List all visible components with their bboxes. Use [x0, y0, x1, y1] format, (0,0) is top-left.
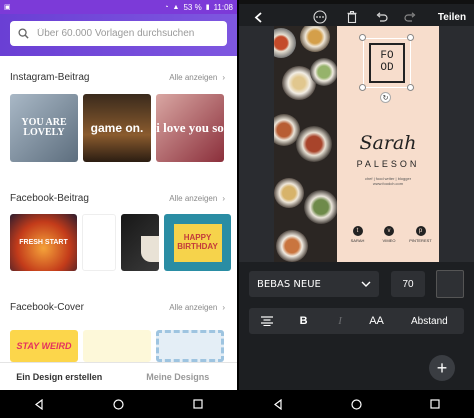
twitter-icon: t — [352, 226, 363, 236]
template-thumb[interactable] — [156, 330, 224, 362]
left-phone-screen: ▣ ◔ ▲ 53 % ▮ 11:08 Instagram-Beitrag All… — [0, 0, 237, 418]
vimeo-icon: v — [384, 226, 394, 236]
section-instagram-header: Instagram-Beitrag Alle anzeigen › — [10, 72, 225, 83]
resize-handle[interactable] — [359, 34, 366, 41]
section-facebook-post-header: Facebook-Beitrag Alle anzeigen › — [10, 193, 225, 204]
android-nav-bar — [0, 390, 237, 418]
format-toolbar: B I AA Abstand — [249, 308, 464, 334]
template-thumb[interactable]: i love you so — [156, 94, 224, 162]
pinterest-icon: p — [415, 226, 426, 236]
social-item: p PINTEREST — [409, 226, 432, 243]
coffee-cup-graphic — [141, 236, 159, 262]
chevron-right-icon: › — [222, 303, 225, 312]
wifi-icon: ◔ — [164, 3, 169, 11]
rotate-handle-icon[interactable]: ↻ — [380, 92, 391, 103]
surname-text[interactable]: PALESON — [337, 159, 439, 169]
food-photo-collage — [274, 26, 337, 262]
more-options-icon[interactable] — [311, 8, 329, 26]
template-thumb[interactable] — [82, 214, 116, 271]
chevron-right-icon: › — [222, 73, 225, 82]
back-nav-icon[interactable] — [34, 398, 44, 410]
social-icons-row: t SARAH v VIMEO p PINTEREST — [347, 226, 432, 243]
see-all-link[interactable]: Alle anzeigen › — [169, 73, 225, 82]
font-family-select[interactable]: BEBAS NEUE — [249, 271, 379, 297]
social-item: v VIMEO — [382, 226, 396, 243]
align-center-button[interactable] — [249, 308, 285, 334]
template-thumb[interactable]: STAY WEIRD — [10, 330, 78, 362]
social-item: t SARAH — [350, 226, 365, 243]
notification-icon: ▣ — [4, 3, 11, 11]
share-button[interactable]: Teilen — [435, 8, 469, 26]
section-title: Facebook-Cover — [10, 302, 84, 313]
caps-button[interactable]: AA — [358, 308, 394, 334]
template-thumb[interactable]: HAPPY BIRTHDAY — [164, 214, 231, 271]
text-color-swatch[interactable] — [436, 270, 464, 298]
chevron-down-icon — [361, 281, 371, 287]
back-nav-icon[interactable] — [273, 398, 283, 410]
home-nav-icon[interactable] — [113, 398, 124, 410]
template-thumb[interactable] — [121, 214, 159, 271]
resize-handle[interactable] — [407, 84, 414, 91]
editor-toolbar: Teilen — [239, 4, 474, 26]
resize-handle[interactable] — [359, 84, 366, 91]
recents-nav-icon[interactable] — [430, 399, 440, 409]
right-phone-screen: Teilen FO OD ↻ Sarah PALESON chef | food… — [239, 0, 474, 418]
search-icon — [18, 28, 29, 39]
name-text[interactable]: Sarah — [337, 132, 439, 154]
text-card: FO OD ↻ Sarah PALESON chef | food writer… — [337, 26, 439, 262]
tab-create-design[interactable]: Ein Design erstellen — [0, 363, 119, 390]
add-element-button[interactable]: + — [429, 355, 455, 381]
resize-handle[interactable] — [407, 34, 414, 41]
see-all-link[interactable]: Alle anzeigen › — [169, 194, 225, 203]
facebook-cover-templates: STAY WEIRD — [10, 330, 237, 362]
status-bar: ▣ ◔ ▲ 53 % ▮ 11:08 — [0, 0, 237, 14]
section-title: Facebook-Beitrag — [10, 193, 89, 204]
facebook-post-templates: FRESH START HAPPY BIRTHDAY — [10, 214, 237, 271]
search-bar[interactable] — [10, 21, 227, 46]
battery-percent: 53 % — [183, 2, 202, 12]
instagram-templates: YOU ARE LOVELY game on. i love you so — [10, 94, 237, 162]
see-all-link[interactable]: Alle anzeigen › — [169, 303, 225, 312]
undo-icon[interactable] — [375, 8, 389, 26]
battery-icon: ▮ — [205, 3, 210, 11]
trash-icon[interactable] — [345, 8, 359, 26]
android-nav-bar — [239, 390, 474, 418]
back-arrow-icon[interactable] — [251, 8, 265, 26]
screenshot-root: ▣ ◔ ▲ 53 % ▮ 11:08 Instagram-Beitrag All… — [0, 0, 474, 418]
font-controls: BEBAS NEUE 70 — [239, 268, 474, 300]
italic-button[interactable]: I — [322, 308, 358, 334]
font-size-field[interactable]: 70 — [391, 271, 425, 297]
spacing-button[interactable]: Abstand — [395, 308, 464, 334]
chevron-right-icon: › — [222, 194, 225, 203]
align-center-icon — [261, 316, 274, 326]
status-right: ◔ ▲ 53 % ▮ 11:08 — [164, 3, 233, 12]
template-thumb[interactable] — [83, 330, 151, 362]
section-title: Instagram-Beitrag — [10, 72, 90, 83]
birthday-card: HAPPY BIRTHDAY — [173, 223, 222, 262]
template-thumb[interactable]: FRESH START — [10, 214, 77, 271]
template-thumb[interactable]: game on. — [83, 94, 151, 162]
tagline-text[interactable]: chef | food writer | blogger www.foodch.… — [337, 176, 439, 186]
search-input[interactable] — [37, 28, 207, 39]
template-thumb[interactable]: YOU ARE LOVELY — [10, 94, 78, 162]
signal-icon: ▲ — [172, 3, 180, 11]
recents-nav-icon[interactable] — [193, 399, 203, 409]
selection-frame — [363, 38, 411, 88]
bold-button[interactable]: B — [285, 308, 321, 334]
design-page[interactable]: FO OD ↻ Sarah PALESON chef | food writer… — [274, 26, 439, 262]
tab-my-designs[interactable]: Meine Designs — [119, 363, 238, 390]
redo-icon[interactable] — [403, 8, 417, 26]
bottom-tabs: Ein Design erstellen Meine Designs — [0, 362, 237, 390]
clock: 11:08 — [213, 2, 233, 12]
section-facebook-cover-header: Facebook-Cover Alle anzeigen › — [10, 302, 225, 313]
home-nav-icon[interactable] — [351, 398, 362, 410]
